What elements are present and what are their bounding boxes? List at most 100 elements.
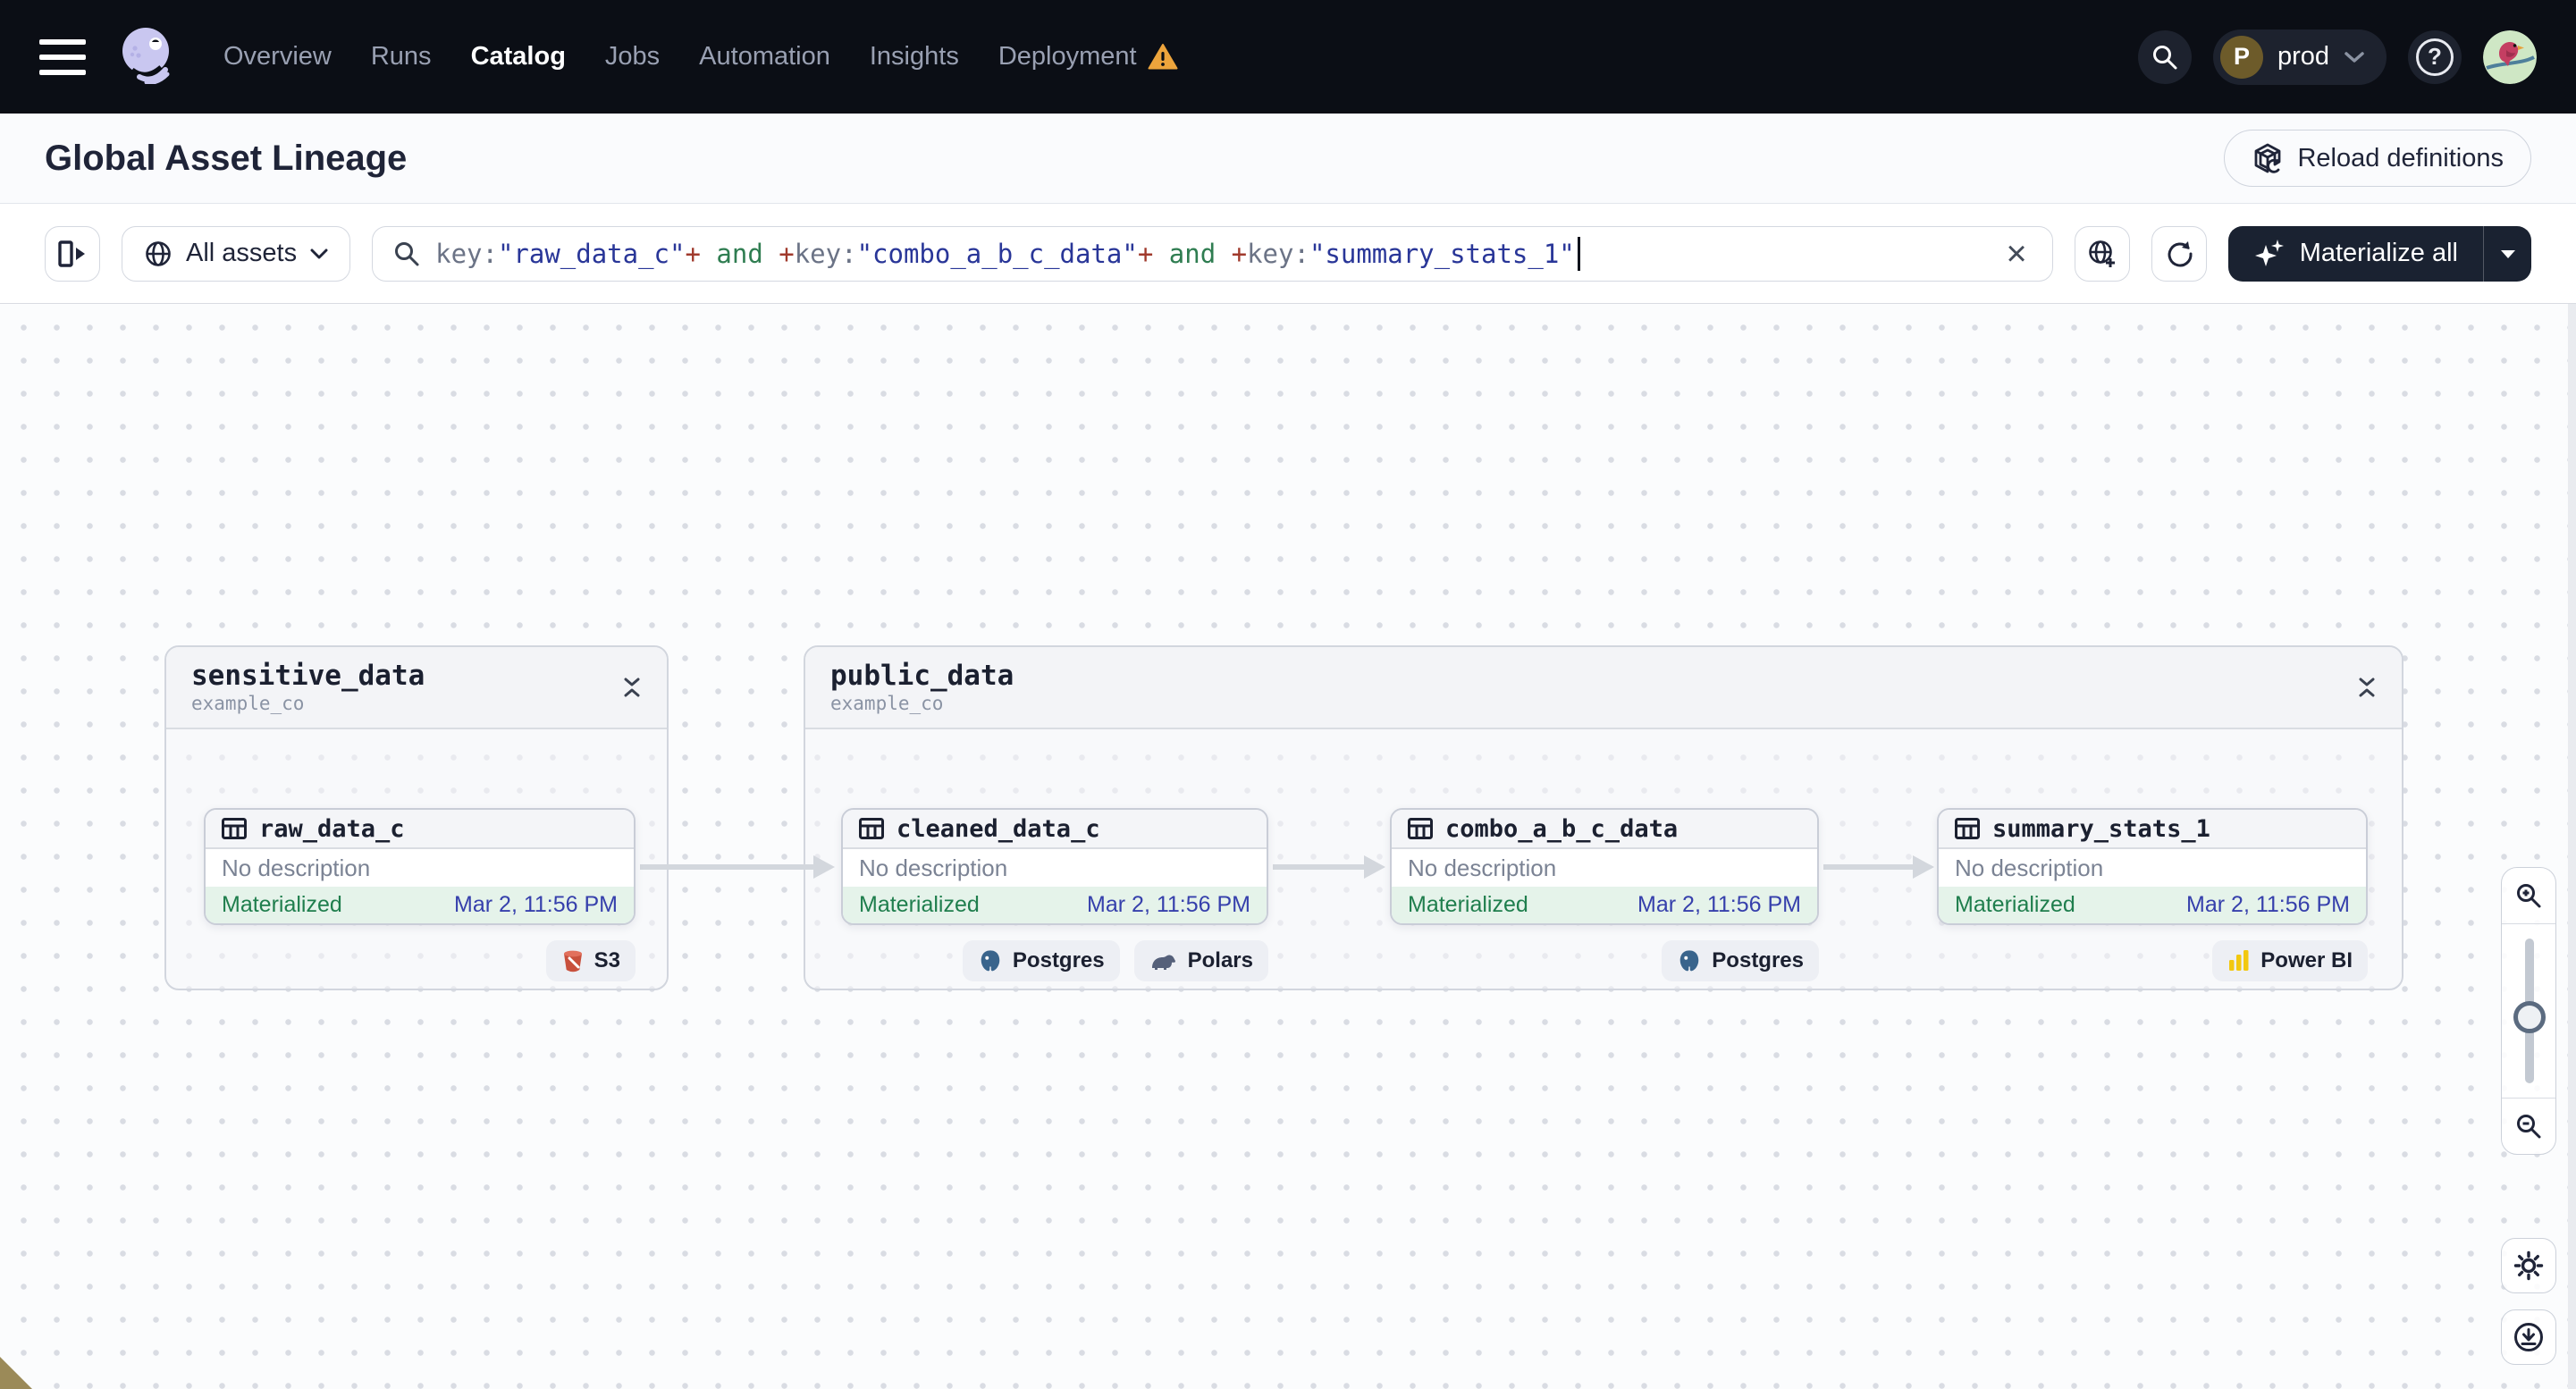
text-cursor: [1577, 236, 1580, 271]
asset-tags: Postgres Polars: [841, 940, 1268, 981]
nav-item-runs[interactable]: Runs: [371, 42, 432, 72]
tag-label: Postgres: [1012, 948, 1105, 972]
lineage-toolbar: All assets key: "raw_data_c" + and + key: "c…: [0, 204, 2576, 304]
asset-tags: Power BI: [1937, 940, 2368, 981]
asset-column-combo-a-b-c-data: combo_a_b_c_data No description Material…: [1390, 808, 1819, 981]
refresh-graph-button[interactable]: [2151, 225, 2207, 282]
power-bi-icon: [2229, 950, 2249, 971]
help-button[interactable]: ?: [2408, 29, 2462, 84]
asset-column-summary-stats-1: summary_stats_1 No description Materiali…: [1937, 808, 2368, 981]
vertical-scrollbar[interactable]: [2568, 304, 2576, 1389]
materialization-timestamp: Mar 2, 11:56 PM: [1637, 892, 1801, 917]
graph-settings-button[interactable]: [2501, 1238, 2556, 1293]
chevron-down-icon: [2344, 51, 2364, 63]
dagster-logo[interactable]: [116, 25, 175, 88]
asset-title: cleaned_data_c: [897, 814, 1100, 843]
clear-search-button[interactable]: ×: [2000, 236, 2032, 272]
tag-s3[interactable]: S3: [545, 940, 636, 981]
asset-tags: S3: [204, 940, 636, 981]
bird-avatar-icon: [2483, 29, 2537, 84]
status-badge: Materialized: [222, 892, 342, 917]
nav-item-deployment[interactable]: Deployment: [998, 42, 1178, 72]
materialization-timestamp: Mar 2, 11:56 PM: [454, 892, 618, 917]
tag-postgres[interactable]: Postgres: [1662, 940, 1819, 981]
asset-node-header: raw_data_c: [206, 810, 634, 849]
table-icon: [1955, 818, 1980, 839]
asset-column-cleaned-data-c: cleaned_data_c No description Materializ…: [841, 808, 1268, 981]
panel-toggle-icon: [58, 240, 85, 267]
gear-icon: [2513, 1250, 2544, 1281]
reload-cube-icon: [2255, 143, 2281, 173]
asset-node-summary-stats-1[interactable]: summary_stats_1 No description Materiali…: [1937, 808, 2368, 925]
tag-label: S3: [593, 948, 620, 972]
nav-item-automation[interactable]: Automation: [699, 42, 830, 72]
zoom-in-button[interactable]: [2502, 868, 2555, 923]
global-search-button[interactable]: [2137, 29, 2192, 84]
asset-status-row: Materialized Mar 2, 11:56 PM: [1392, 887, 1817, 923]
nav-item-overview[interactable]: Overview: [223, 42, 332, 72]
octopus-logo-icon: [122, 28, 170, 85]
tag-postgres[interactable]: Postgres: [962, 940, 1120, 981]
nav-item-insights[interactable]: Insights: [870, 42, 959, 72]
zoom-slider-thumb[interactable]: [2513, 1001, 2546, 1033]
materialize-all-label: Materialize all: [2299, 239, 2458, 267]
deployment-switcher[interactable]: P prod: [2212, 29, 2387, 85]
warning-triangle-icon: [1148, 44, 1178, 70]
asset-node-header: combo_a_b_c_data: [1392, 810, 1817, 849]
status-badge: Materialized: [1408, 892, 1528, 917]
user-avatar[interactable]: [2483, 29, 2537, 84]
download-graph-button[interactable]: [2501, 1309, 2556, 1365]
table-icon: [1408, 818, 1433, 839]
materialize-all-split-button: Materialize all: [2227, 225, 2531, 282]
zoom-out-button[interactable]: [2502, 1099, 2555, 1154]
zoom-slider[interactable]: [2502, 923, 2555, 1099]
search-icon: [395, 241, 419, 265]
asset-title: combo_a_b_c_data: [1445, 814, 1679, 843]
asset-scope-select[interactable]: All assets: [122, 225, 351, 282]
asset-node-header: cleaned_data_c: [843, 810, 1267, 849]
deployment-avatar: P: [2219, 35, 2263, 79]
refresh-icon: [2168, 240, 2193, 266]
asset-description: No description: [1392, 849, 1817, 887]
asset-description: No description: [1939, 849, 2366, 887]
asset-tags: Postgres: [1390, 940, 1819, 981]
asset-node-header: summary_stats_1: [1939, 810, 2366, 849]
materialize-all-button[interactable]: Materialize all: [2228, 226, 2483, 282]
status-badge: Materialized: [1955, 892, 2075, 917]
asset-status-row: Materialized Mar 2, 11:56 PM: [1939, 887, 2366, 923]
view-full-lineage-button[interactable]: [2074, 225, 2130, 282]
page-header: Global Asset Lineage Reload definitions: [0, 114, 2576, 204]
hamburger-menu-icon[interactable]: [39, 38, 86, 75]
globe-icon: [146, 240, 171, 266]
reload-definitions-button[interactable]: Reload definitions: [2224, 130, 2531, 187]
asset-description: No description: [843, 849, 1267, 887]
download-icon: [2514, 1323, 2543, 1351]
materialization-timestamp: Mar 2, 11:56 PM: [2186, 892, 2350, 917]
nav-item-jobs[interactable]: Jobs: [605, 42, 660, 72]
lineage-graph-canvas[interactable]: sensitive_data example_co public_data ex…: [0, 304, 2576, 1389]
tag-label: Postgres: [1712, 948, 1804, 972]
search-query-text: key: "raw_data_c" + and + key: "combo_a_b_c_…: [435, 238, 1575, 269]
materialize-options-button[interactable]: [2483, 225, 2531, 282]
nav-right-cluster: P prod ?: [2137, 29, 2537, 85]
canvas-corner-artifact: [0, 1357, 32, 1389]
nav-item-catalog[interactable]: Catalog: [471, 42, 566, 72]
materialization-timestamp: Mar 2, 11:56 PM: [1087, 892, 1250, 917]
open-sidebar-panel-button[interactable]: [45, 225, 100, 282]
tag-label: Polars: [1187, 948, 1253, 972]
asset-node-cleaned-data-c[interactable]: cleaned_data_c No description Materializ…: [841, 808, 1268, 925]
asset-column-raw-data-c: raw_data_c No description Materialized M…: [204, 808, 636, 981]
asset-node-raw-data-c[interactable]: raw_data_c No description Materialized M…: [204, 808, 636, 925]
asset-scope-label: All assets: [186, 239, 298, 267]
sparkles-icon: [2254, 239, 2284, 266]
chevron-down-icon: [310, 248, 328, 258]
asset-status-row: Materialized Mar 2, 11:56 PM: [206, 887, 634, 923]
postgres-icon: [1680, 950, 1699, 972]
table-icon: [859, 818, 884, 839]
asset-search-input[interactable]: key: "raw_data_c" + and + key: "combo_a_b_c_…: [372, 225, 2053, 282]
asset-node-combo-a-b-c-data[interactable]: combo_a_b_c_data No description Material…: [1390, 808, 1819, 925]
top-nav: Overview Runs Catalog Jobs Automation In…: [0, 0, 2576, 114]
zoom-out-icon: [2517, 1115, 2541, 1139]
tag-polars[interactable]: Polars: [1133, 940, 1268, 981]
tag-power-bi[interactable]: Power BI: [2212, 940, 2368, 981]
